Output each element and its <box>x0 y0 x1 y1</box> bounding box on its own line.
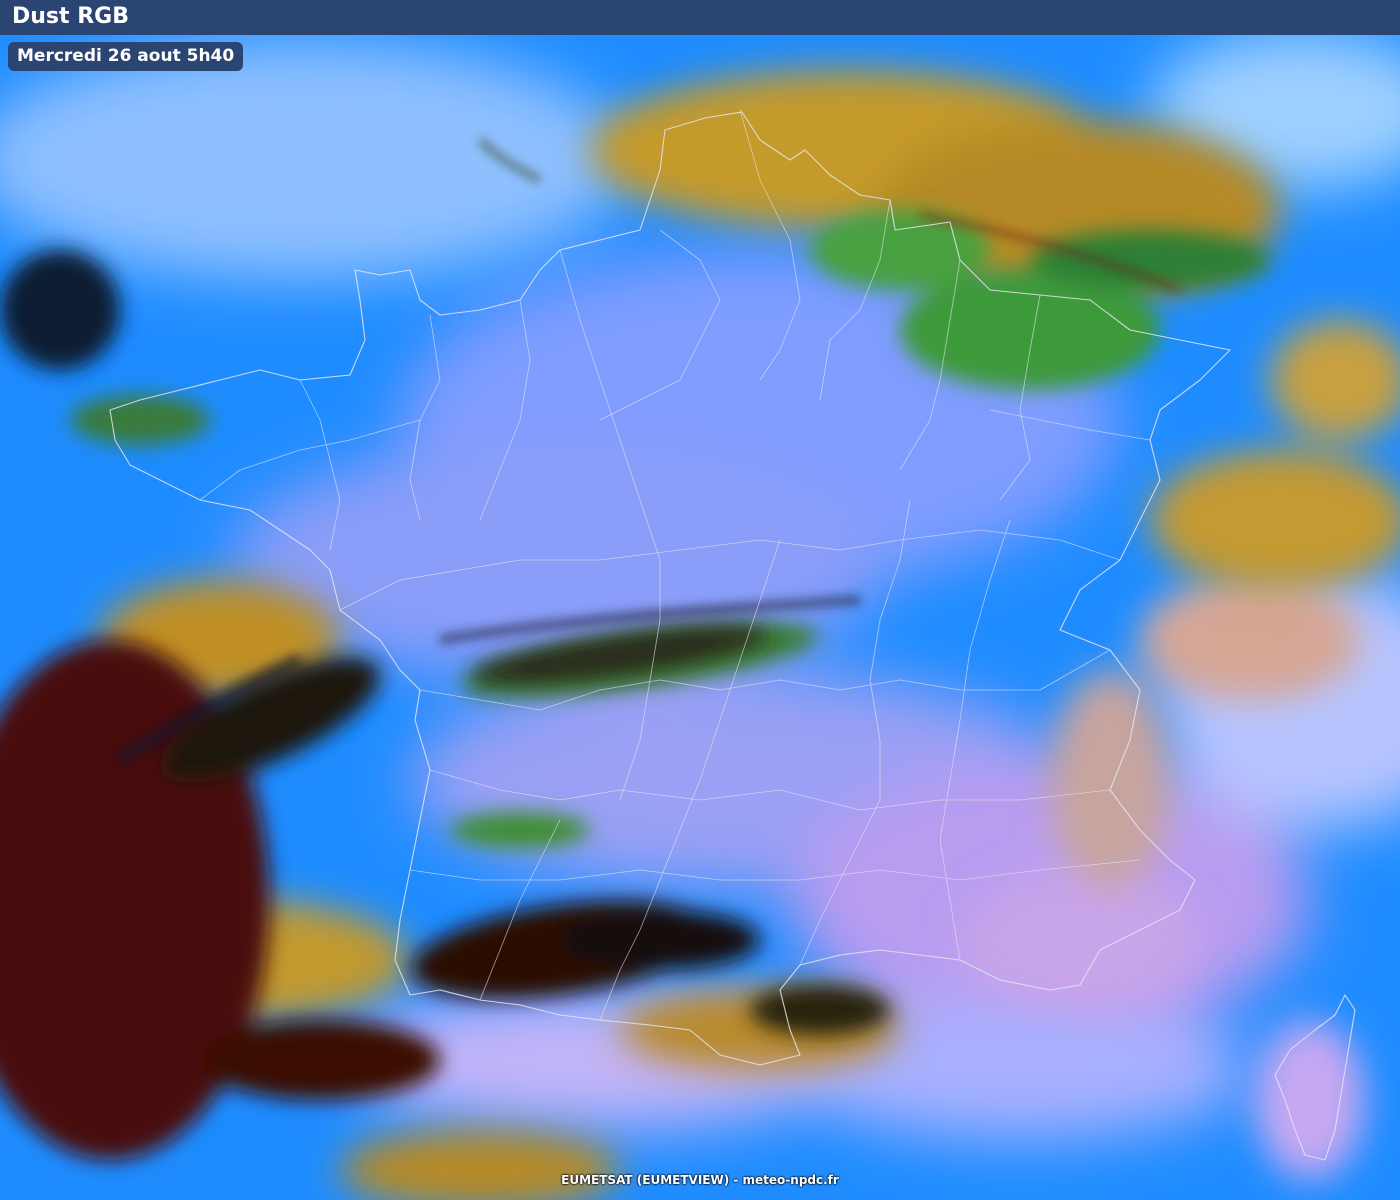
satellite-map <box>0 35 1400 1200</box>
product-title: Dust RGB <box>12 4 129 29</box>
header-bar: Dust RGB <box>0 0 1400 35</box>
timestamp-badge: Mercredi 26 aout 5h40 <box>8 42 244 71</box>
credit-text: EUMETSAT (EUMETVIEW) - meteo-npdc.fr <box>561 1173 839 1187</box>
